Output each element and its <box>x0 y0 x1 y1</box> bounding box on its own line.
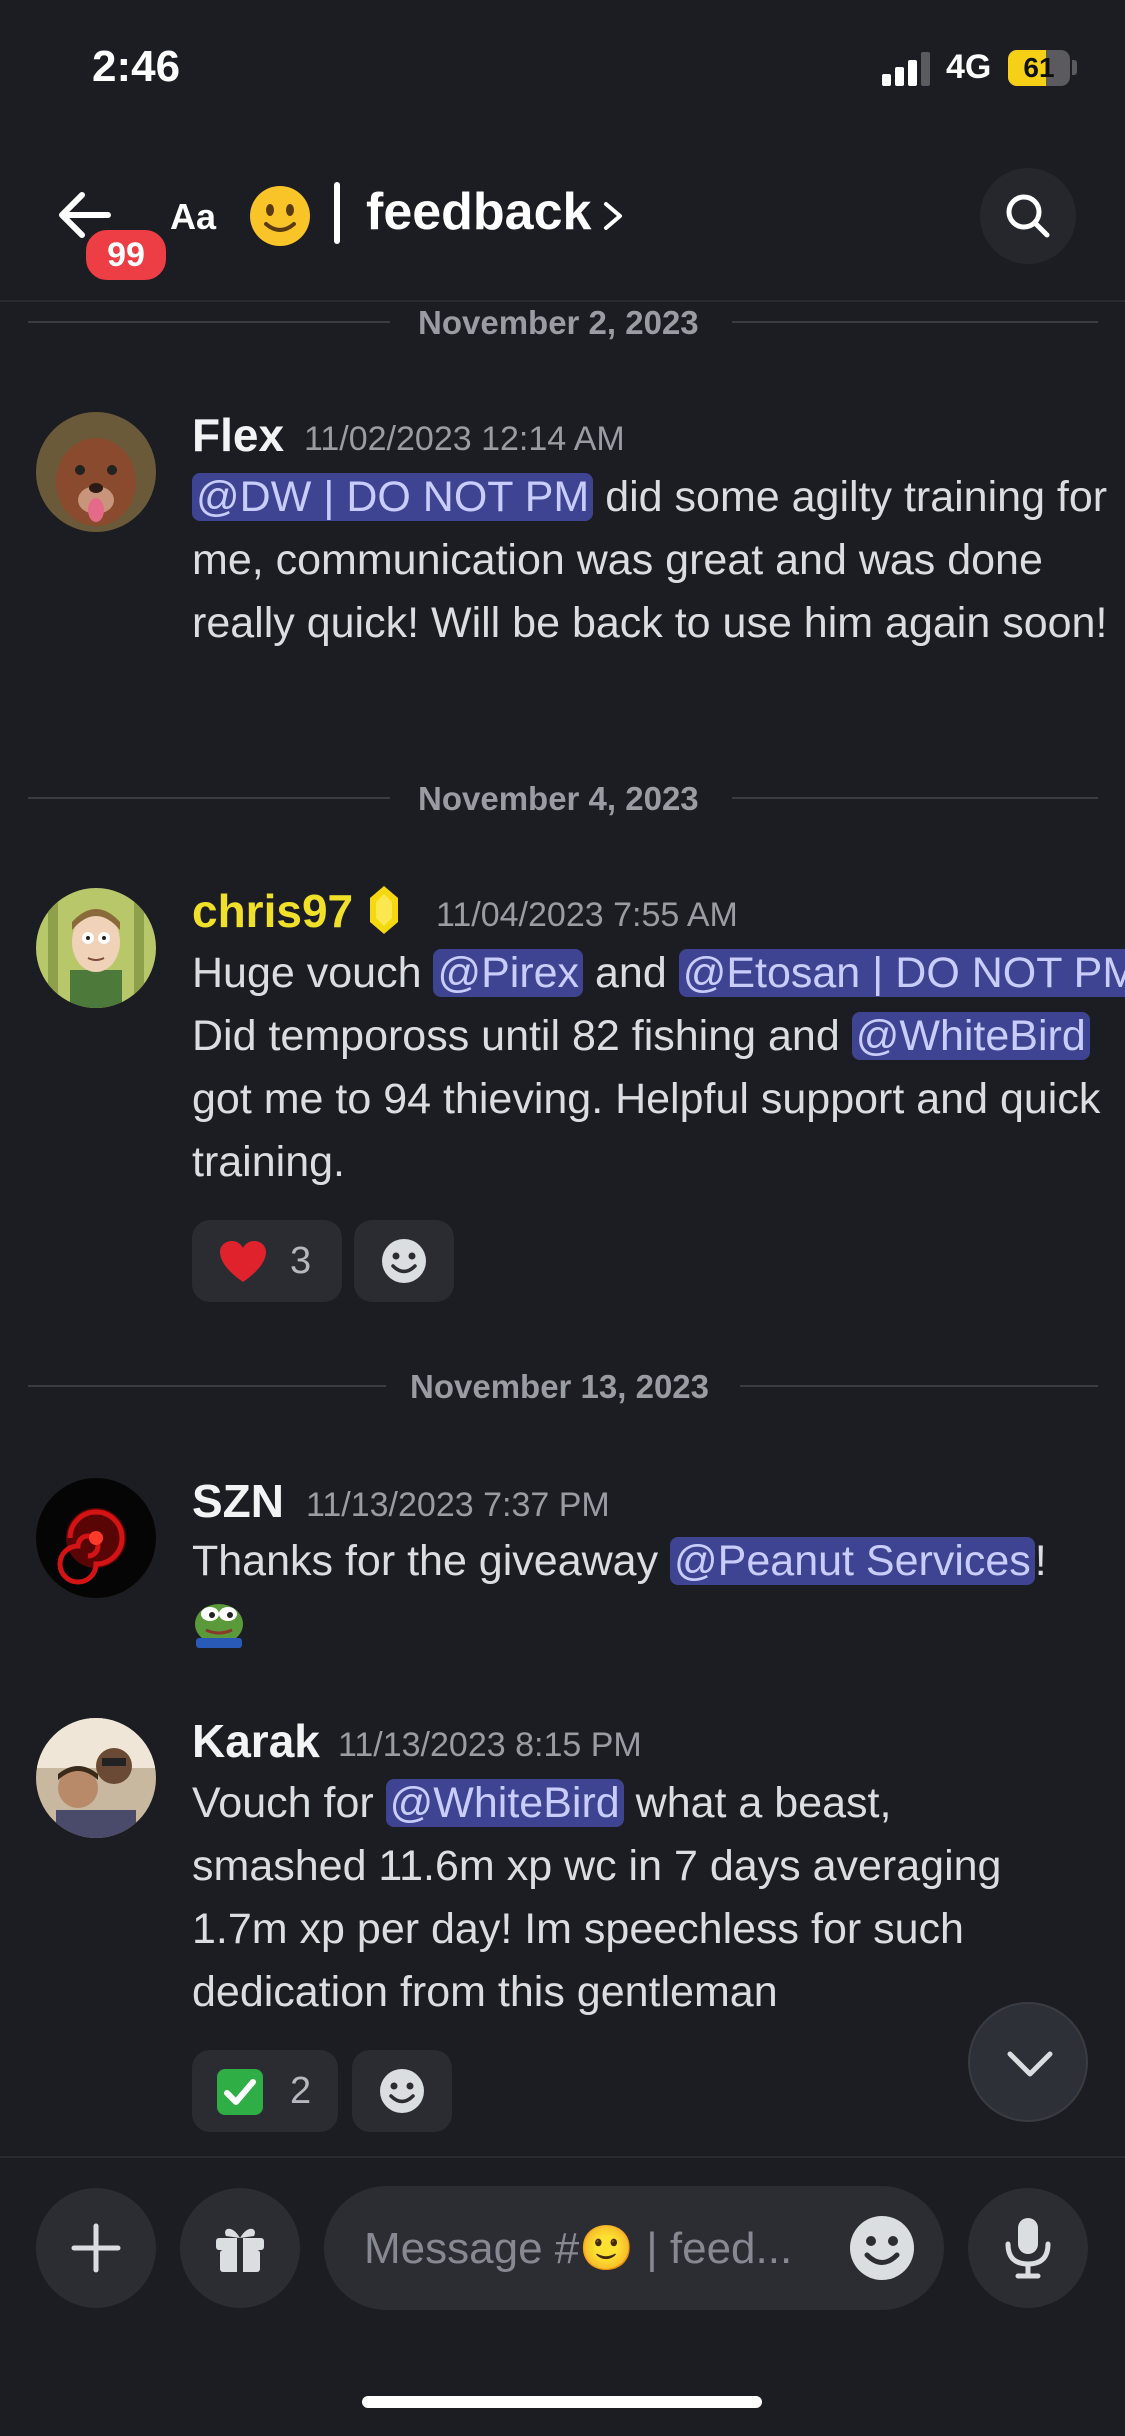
text-size-label[interactable]: Aa <box>170 196 216 238</box>
jump-to-bottom-button[interactable] <box>968 2002 1088 2122</box>
message-input-placeholder: Message #🙂 | feed... <box>364 2224 793 2273</box>
message-text: got me to 94 thieving. Helpful support a… <box>192 1075 1101 1186</box>
message-timestamp: 11/13/2023 7:37 PM <box>306 1486 610 1524</box>
emoji-picker-button[interactable] <box>848 2214 916 2282</box>
user-mention[interactable]: @WhiteBird <box>851 1012 1090 1060</box>
header-divider <box>0 300 1125 302</box>
message-text: and <box>583 949 679 997</box>
composer-divider <box>0 2156 1125 2158</box>
channel-name[interactable]: feedback <box>366 182 591 242</box>
avatar-szn[interactable] <box>36 1478 156 1598</box>
message-timestamp: 11/04/2023 7:55 AM <box>436 896 738 934</box>
photo-avatar-image <box>36 1718 156 1838</box>
user-mention[interactable]: @Etosan | DO NOT PM <box>678 949 1125 997</box>
message-text: ! <box>1034 1537 1047 1585</box>
date-divider: November 4, 2023 <box>418 780 699 817</box>
add-reaction-icon <box>382 1239 426 1283</box>
red-heart-icon <box>220 1241 266 1282</box>
user-mention[interactable]: @DW | DO NOT PM <box>192 473 594 521</box>
reaction-count: 3 <box>290 1240 312 1282</box>
reaction-count: 2 <box>290 2070 312 2112</box>
pepe-frog-emoji-icon <box>195 1604 243 1648</box>
user-mention[interactable]: @WhiteBird <box>385 1779 624 1827</box>
message-text: Thanks for the giveaway <box>192 1537 671 1585</box>
gift-button[interactable] <box>180 2188 300 2308</box>
date-divider-line <box>732 321 1098 323</box>
username[interactable]: Flex <box>192 408 284 462</box>
battery-icon: 61 <box>1008 50 1070 86</box>
gift-icon <box>216 2228 264 2272</box>
add-reaction-button[interactable] <box>352 2050 452 2132</box>
date-divider-line <box>28 321 390 323</box>
date-divider-line <box>732 797 1098 799</box>
signal-icon <box>882 52 930 86</box>
username[interactable]: SZN <box>192 1474 284 1528</box>
username[interactable]: Karak <box>192 1714 320 1768</box>
home-indicator <box>362 2396 762 2408</box>
message-body: Thanks for the giveaway @Peanut Services… <box>192 1530 1112 1593</box>
add-reaction-button[interactable] <box>354 1220 454 1302</box>
reaction-heart[interactable]: 3 <box>192 1220 342 1302</box>
channel-separator <box>334 182 340 244</box>
message-timestamp: 11/02/2023 12:14 AM <box>304 420 625 458</box>
search-icon <box>1006 194 1050 238</box>
message-input[interactable]: Message #🙂 | feed... <box>324 2186 944 2310</box>
message-text: Vouch for <box>192 1779 386 1827</box>
unread-badge: 99 <box>82 226 170 284</box>
avatar-flex[interactable] <box>36 412 156 532</box>
yellow-gem-icon <box>370 886 398 934</box>
network-label: 4G <box>946 48 992 86</box>
battery-cap <box>1072 60 1077 75</box>
slightly-smiling-face-icon <box>250 186 310 246</box>
emoji-smile-icon <box>850 2216 914 2280</box>
microphone-icon <box>1005 2218 1051 2279</box>
check-mark-button-icon <box>217 2069 263 2115</box>
dog-avatar-image <box>36 412 156 532</box>
chevron-down-icon <box>1007 2051 1053 2077</box>
message-body: Huge vouch @Pirex and @Etosan | DO NOT P… <box>192 942 1125 1194</box>
cartoon-avatar-image <box>36 888 156 1008</box>
date-divider: November 13, 2023 <box>410 1368 710 1405</box>
chevron-right-icon[interactable] <box>600 198 626 234</box>
date-divider-line <box>28 1385 386 1387</box>
search-button[interactable] <box>980 168 1076 264</box>
username[interactable]: chris97 <box>192 884 353 938</box>
user-mention[interactable]: @Peanut Services <box>670 1537 1035 1585</box>
date-divider-line <box>740 1385 1098 1387</box>
message-body: @DW | DO NOT PM did some agilty training… <box>192 466 1125 655</box>
reaction-check[interactable]: 2 <box>192 2050 338 2132</box>
message-timestamp: 11/13/2023 8:15 PM <box>338 1726 642 1764</box>
red-swirl-avatar-image <box>36 1478 156 1598</box>
date-divider: November 2, 2023 <box>418 304 699 341</box>
voice-message-button[interactable] <box>968 2188 1088 2308</box>
add-attachment-button[interactable] <box>36 2188 156 2308</box>
avatar-chris97[interactable] <box>36 888 156 1008</box>
avatar-karak[interactable] <box>36 1718 156 1838</box>
add-reaction-icon <box>380 2069 424 2113</box>
status-time: 2:46 <box>92 42 181 91</box>
date-divider-line <box>28 797 390 799</box>
user-mention[interactable]: @Pirex <box>433 949 584 997</box>
message-body: Vouch for @WhiteBird what a beast, smash… <box>192 1772 1072 2024</box>
plus-icon <box>71 2223 121 2273</box>
message-text: Huge vouch <box>192 949 434 997</box>
battery-percentage: 61 <box>1023 52 1055 83</box>
